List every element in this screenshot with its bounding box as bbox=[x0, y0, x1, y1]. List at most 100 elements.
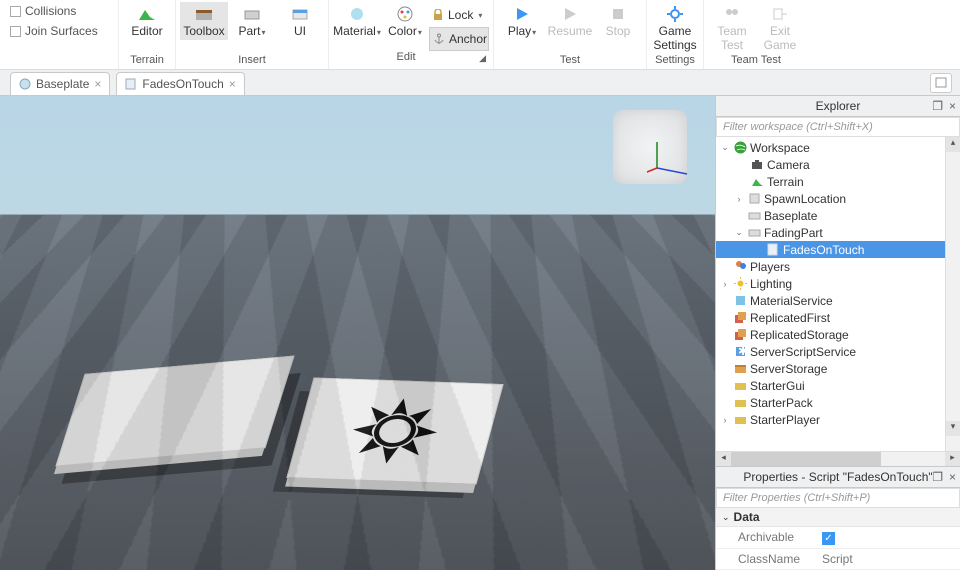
spawn-icon bbox=[747, 192, 761, 206]
part-plain[interactable] bbox=[55, 356, 294, 467]
collisions-checkbox[interactable]: Collisions bbox=[10, 4, 108, 18]
svg-text:✱: ✱ bbox=[738, 345, 747, 358]
lighting-icon bbox=[733, 277, 747, 291]
tree-node-camera[interactable]: Camera bbox=[716, 156, 960, 173]
game-settings-button[interactable]: Game Settings bbox=[651, 2, 699, 54]
replicated-storage-icon bbox=[733, 328, 747, 342]
script-icon bbox=[766, 243, 780, 257]
color-button[interactable]: Color▾ bbox=[381, 2, 429, 40]
ribbon-group-insert: Toolbox Part▾ UI Insert bbox=[176, 0, 329, 69]
tree-node-replicatedfirst[interactable]: ReplicatedFirst bbox=[716, 309, 960, 326]
tree-node-starterplayer[interactable]: ›StarterPlayer bbox=[716, 411, 960, 428]
ribbon-group-settings: Game Settings Settings bbox=[647, 0, 704, 69]
server-script-icon: ✱ bbox=[733, 345, 747, 359]
chevron-down-icon: ⌄ bbox=[722, 512, 730, 523]
properties-filter-input[interactable] bbox=[716, 488, 960, 508]
stop-button: Stop bbox=[594, 2, 642, 40]
workspace-icon bbox=[733, 141, 747, 155]
starter-gui-icon bbox=[733, 379, 747, 393]
resume-button: Resume bbox=[546, 2, 594, 40]
chevron-right-icon[interactable]: › bbox=[734, 194, 744, 204]
explorer-tree[interactable]: ⌄Workspace Camera Terrain ›SpawnLocation… bbox=[716, 137, 960, 451]
close-icon[interactable]: × bbox=[94, 77, 101, 91]
tree-node-startergui[interactable]: StarterGui bbox=[716, 377, 960, 394]
checkbox-checked-icon[interactable]: ✓ bbox=[822, 532, 835, 545]
tree-node-players[interactable]: Players bbox=[716, 258, 960, 275]
tree-node-serverstorage[interactable]: ServerStorage bbox=[716, 360, 960, 377]
close-icon[interactable]: × bbox=[949, 470, 956, 484]
view-cube[interactable] bbox=[613, 110, 687, 184]
undock-icon[interactable]: ❐ bbox=[932, 99, 943, 113]
explorer-filter-input[interactable] bbox=[716, 117, 960, 137]
group-label-teamtest: Team Test bbox=[731, 54, 781, 69]
tree-node-lighting[interactable]: ›Lighting bbox=[716, 275, 960, 292]
ribbon-group-edit: Material▾ Color▾ Lock▾ Anchor Edit◢ bbox=[329, 0, 494, 69]
ribbon-group-teamtest: Team Test Exit Game Team Test bbox=[704, 0, 808, 69]
close-icon[interactable]: × bbox=[229, 77, 236, 91]
color-icon bbox=[395, 4, 415, 24]
prop-archivable[interactable]: Archivable✓ bbox=[716, 527, 960, 549]
ribbon-group-options: Collisions Join Surfaces bbox=[0, 0, 119, 69]
starter-player-icon bbox=[733, 413, 747, 427]
hscrollbar[interactable]: ◂▸ bbox=[716, 451, 960, 466]
properties-panel: Properties - Script "FadesOnTouch" ❐× ⌄D… bbox=[716, 466, 960, 570]
baseplate-icon bbox=[19, 78, 31, 90]
part-icon bbox=[747, 226, 761, 240]
group-label-settings: Settings bbox=[655, 54, 695, 69]
script-icon bbox=[125, 78, 137, 90]
material-service-icon bbox=[733, 294, 747, 308]
server-storage-icon bbox=[733, 362, 747, 376]
mountain-icon bbox=[137, 4, 157, 24]
play-icon bbox=[514, 4, 530, 24]
tab-overflow-button[interactable] bbox=[930, 73, 952, 93]
chevron-down-icon[interactable]: ⌄ bbox=[734, 227, 744, 238]
undock-icon[interactable]: ❐ bbox=[932, 470, 943, 484]
group-label-insert: Insert bbox=[238, 54, 266, 69]
chevron-right-icon[interactable]: › bbox=[720, 279, 730, 289]
editor-button[interactable]: Editor bbox=[123, 2, 171, 40]
lock-button[interactable]: Lock▾ bbox=[429, 4, 489, 26]
material-icon bbox=[347, 4, 367, 24]
document-tabs: Baseplate× FadesOnTouch× bbox=[0, 70, 960, 96]
ui-button[interactable]: UI bbox=[276, 2, 324, 40]
tree-node-replicatedstorage[interactable]: ReplicatedStorage bbox=[716, 326, 960, 343]
tree-node-workspace[interactable]: ⌄Workspace bbox=[716, 139, 960, 156]
edit-dialog-launcher[interactable]: ◢ bbox=[479, 53, 489, 66]
category-data[interactable]: ⌄Data bbox=[716, 508, 960, 527]
group-label-test: Test bbox=[560, 54, 580, 69]
part-button[interactable]: Part▾ bbox=[228, 2, 276, 40]
tab-baseplate[interactable]: Baseplate× bbox=[10, 72, 110, 95]
anchor-button[interactable]: Anchor bbox=[429, 27, 489, 51]
vscrollbar[interactable]: ▴▾ bbox=[945, 137, 960, 451]
part-with-decal[interactable] bbox=[286, 377, 503, 484]
material-button[interactable]: Material▾ bbox=[333, 2, 381, 40]
join-surfaces-checkbox[interactable]: Join Surfaces bbox=[10, 24, 108, 38]
tree-node-serverscriptservice[interactable]: ✱ServerScriptService bbox=[716, 343, 960, 360]
viewport-3d[interactable] bbox=[0, 96, 715, 570]
chevron-right-icon[interactable]: › bbox=[720, 415, 730, 425]
tree-node-fadesontouch[interactable]: FadesOnTouch bbox=[716, 241, 960, 258]
play-button[interactable]: Play▾ bbox=[498, 2, 546, 40]
part-icon bbox=[747, 209, 761, 223]
side-panels: Explorer ❐× ⌄Workspace Camera Terrain ›S… bbox=[715, 96, 960, 570]
lock-icon bbox=[432, 5, 444, 25]
ribbon-toolbar: Collisions Join Surfaces Editor Terrain … bbox=[0, 0, 960, 70]
players-icon bbox=[733, 260, 747, 274]
close-icon[interactable]: × bbox=[949, 99, 956, 113]
resume-icon bbox=[562, 4, 578, 24]
tree-node-materialservice[interactable]: MaterialService bbox=[716, 292, 960, 309]
window-icon bbox=[935, 77, 947, 89]
exit-game-button[interactable]: Exit Game bbox=[756, 2, 804, 54]
ui-icon bbox=[290, 4, 310, 24]
tree-node-baseplate[interactable]: Baseplate bbox=[716, 207, 960, 224]
chevron-down-icon[interactable]: ⌄ bbox=[720, 142, 730, 153]
tree-node-starterpack[interactable]: StarterPack bbox=[716, 394, 960, 411]
tree-node-fadingpart[interactable]: ⌄FadingPart bbox=[716, 224, 960, 241]
properties-header: Properties - Script "FadesOnTouch" ❐× bbox=[716, 467, 960, 488]
team-test-button[interactable]: Team Test bbox=[708, 2, 756, 54]
tree-node-spawnlocation[interactable]: ›SpawnLocation bbox=[716, 190, 960, 207]
starter-pack-icon bbox=[733, 396, 747, 410]
toolbox-button[interactable]: Toolbox bbox=[180, 2, 228, 40]
tree-node-terrain[interactable]: Terrain bbox=[716, 173, 960, 190]
tab-fadesontouch[interactable]: FadesOnTouch× bbox=[116, 72, 244, 95]
